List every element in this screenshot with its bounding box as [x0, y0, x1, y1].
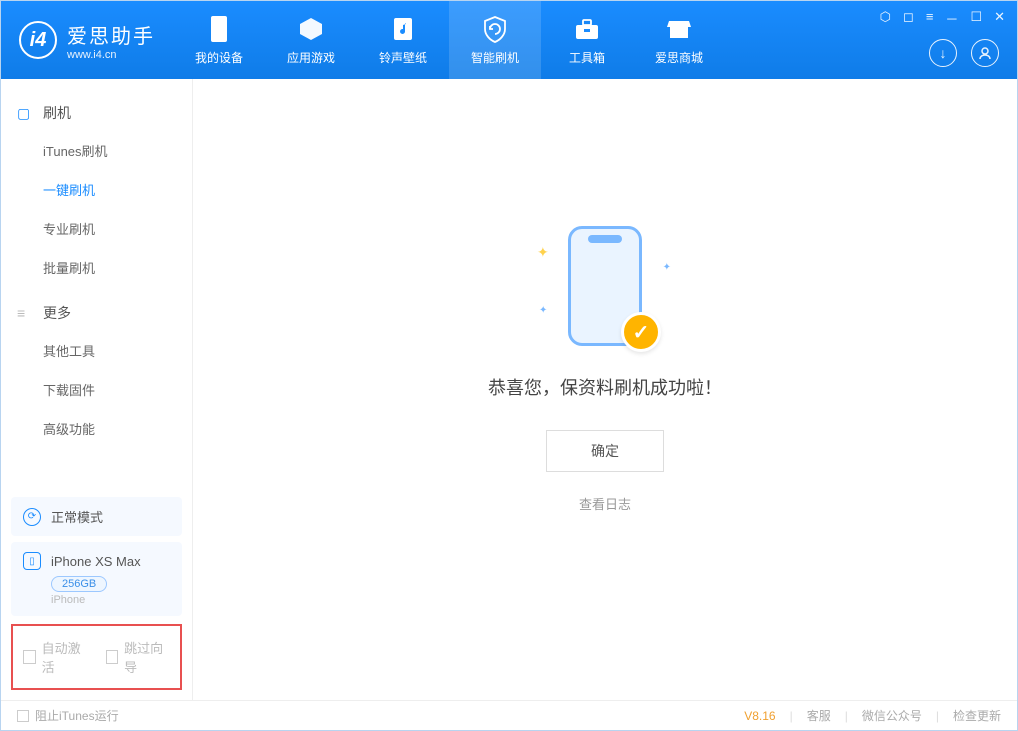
check-badge-icon: ✓ [621, 312, 661, 352]
sparkle-icon: ✦ [663, 262, 671, 273]
checkbox-icon [17, 710, 29, 722]
storage-badge: 256GB [51, 576, 107, 592]
nav-tab-flash[interactable]: 智能刷机 [449, 1, 541, 79]
download-button[interactable]: ↓ [929, 39, 957, 67]
nav-tab-device[interactable]: 我的设备 [173, 1, 265, 79]
status-icon: ⟳ [23, 508, 41, 526]
cube-icon [298, 15, 324, 43]
checkbox-auto-activate[interactable]: 自动激活 [23, 638, 88, 676]
app-title: 爱思助手 [67, 20, 155, 49]
section-title: 刷机 [43, 103, 71, 123]
checkbox-label: 阻止iTunes运行 [35, 707, 119, 724]
device-type: iPhone [51, 594, 170, 606]
shirt-icon[interactable]: ⬡ [880, 9, 891, 28]
ok-button[interactable]: 确定 [546, 430, 664, 472]
list-icon: ≡ [17, 305, 33, 321]
checkbox-label: 跳过向导 [124, 638, 170, 676]
nav-tab-apps[interactable]: 应用游戏 [265, 1, 357, 79]
sidebar-item-firmware[interactable]: 下载固件 [1, 370, 192, 409]
nav-label: 智能刷机 [471, 49, 519, 66]
sidebar-item-batch[interactable]: 批量刷机 [1, 248, 192, 287]
status-label: 正常模式 [51, 507, 103, 526]
nav-label: 我的设备 [195, 49, 243, 66]
shield-refresh-icon [482, 15, 508, 43]
nav-tab-ringtones[interactable]: 铃声壁纸 [357, 1, 449, 79]
footer-link-update[interactable]: 检查更新 [953, 707, 1001, 724]
app-header: i4 爱思助手 www.i4.cn 我的设备 应用游戏 铃声壁纸 智能刷机 工具… [1, 1, 1017, 79]
sidebar-header-more: ≡ 更多 [1, 295, 192, 331]
sidebar-item-itunes[interactable]: iTunes刷机 [1, 131, 192, 170]
menu-icon[interactable]: ≡ [926, 9, 934, 28]
nav-label: 应用游戏 [287, 49, 335, 66]
phone-outline-icon: ▢ [17, 105, 33, 122]
device-info[interactable]: ▯ iPhone XS Max 256GB iPhone [11, 542, 182, 616]
app-body: ▢ 刷机 iTunes刷机 一键刷机 专业刷机 批量刷机 ≡ 更多 其他工具 下… [1, 79, 1017, 700]
phone-icon [209, 15, 229, 43]
highlighted-checkboxes: 自动激活 跳过向导 [11, 624, 182, 690]
version-label: V8.16 [744, 709, 775, 723]
sidebar-section-more: ≡ 更多 其他工具 下载固件 高级功能 [1, 295, 192, 448]
window-controls: ⬡ ◻ ≡ － ☐ ✕ [880, 9, 1005, 28]
device-name: iPhone XS Max [51, 554, 141, 569]
sidebar-header-flash: ▢ 刷机 [1, 95, 192, 131]
device-status[interactable]: ⟳ 正常模式 [11, 497, 182, 536]
logo-icon: i4 [19, 21, 57, 59]
sparkle-icon: ✦ [539, 305, 547, 316]
app-logo: i4 爱思助手 www.i4.cn [1, 20, 173, 61]
section-title: 更多 [43, 303, 71, 323]
minimize-button[interactable]: － [945, 9, 958, 28]
checkbox-block-itunes[interactable]: 阻止iTunes运行 [17, 707, 119, 724]
sidebar-item-pro[interactable]: 专业刷机 [1, 209, 192, 248]
lock-icon[interactable]: ◻ [903, 9, 914, 28]
sparkle-icon: ✦ [537, 244, 549, 261]
nav-tabs: 我的设备 应用游戏 铃声壁纸 智能刷机 工具箱 爱思商城 [173, 1, 725, 79]
sidebar-item-oneclick[interactable]: 一键刷机 [1, 170, 192, 209]
view-log-link[interactable]: 查看日志 [579, 494, 631, 513]
sidebar-item-tools[interactable]: 其他工具 [1, 331, 192, 370]
user-button[interactable] [971, 39, 999, 67]
nav-tab-store[interactable]: 爱思商城 [633, 1, 725, 79]
checkbox-skip-guide[interactable]: 跳过向导 [106, 638, 171, 676]
maximize-button[interactable]: ☐ [970, 9, 982, 28]
sidebar-bottom: ⟳ 正常模式 ▯ iPhone XS Max 256GB iPhone 自动激活 [1, 491, 192, 700]
main-content: ✦ ✦ ✦ ✓ 恭喜您，保资料刷机成功啦！ 确定 查看日志 [193, 79, 1017, 700]
checkbox-label: 自动激活 [42, 638, 88, 676]
device-icon: ▯ [23, 552, 41, 570]
sidebar-section-flash: ▢ 刷机 iTunes刷机 一键刷机 专业刷机 批量刷机 [1, 95, 192, 287]
success-message: 恭喜您，保资料刷机成功啦！ [488, 374, 722, 400]
footer-link-service[interactable]: 客服 [807, 707, 831, 724]
sidebar-item-advanced[interactable]: 高级功能 [1, 409, 192, 448]
checkbox-icon [23, 650, 36, 664]
music-icon [391, 15, 415, 43]
nav-tab-toolbox[interactable]: 工具箱 [541, 1, 633, 79]
nav-label: 爱思商城 [655, 49, 703, 66]
nav-label: 工具箱 [569, 49, 605, 66]
sidebar: ▢ 刷机 iTunes刷机 一键刷机 专业刷机 批量刷机 ≡ 更多 其他工具 下… [1, 79, 193, 700]
checkbox-icon [106, 650, 119, 664]
success-illustration: ✦ ✦ ✦ ✓ [545, 226, 665, 346]
toolbox-icon [573, 15, 601, 43]
footer-link-wechat[interactable]: 微信公众号 [862, 707, 922, 724]
app-subtitle: www.i4.cn [67, 49, 155, 61]
store-icon [665, 15, 693, 43]
nav-label: 铃声壁纸 [379, 49, 427, 66]
footer: 阻止iTunes运行 V8.16 | 客服 | 微信公众号 | 检查更新 [1, 700, 1017, 730]
close-button[interactable]: ✕ [994, 9, 1005, 28]
header-actions: ↓ [929, 39, 999, 67]
